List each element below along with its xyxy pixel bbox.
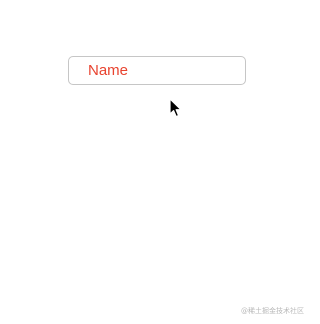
watermark-text: @稀土掘金技术社区: [241, 307, 304, 315]
name-input-container: [68, 56, 246, 85]
name-input[interactable]: [69, 57, 245, 84]
mouse-cursor-icon: [169, 98, 182, 118]
